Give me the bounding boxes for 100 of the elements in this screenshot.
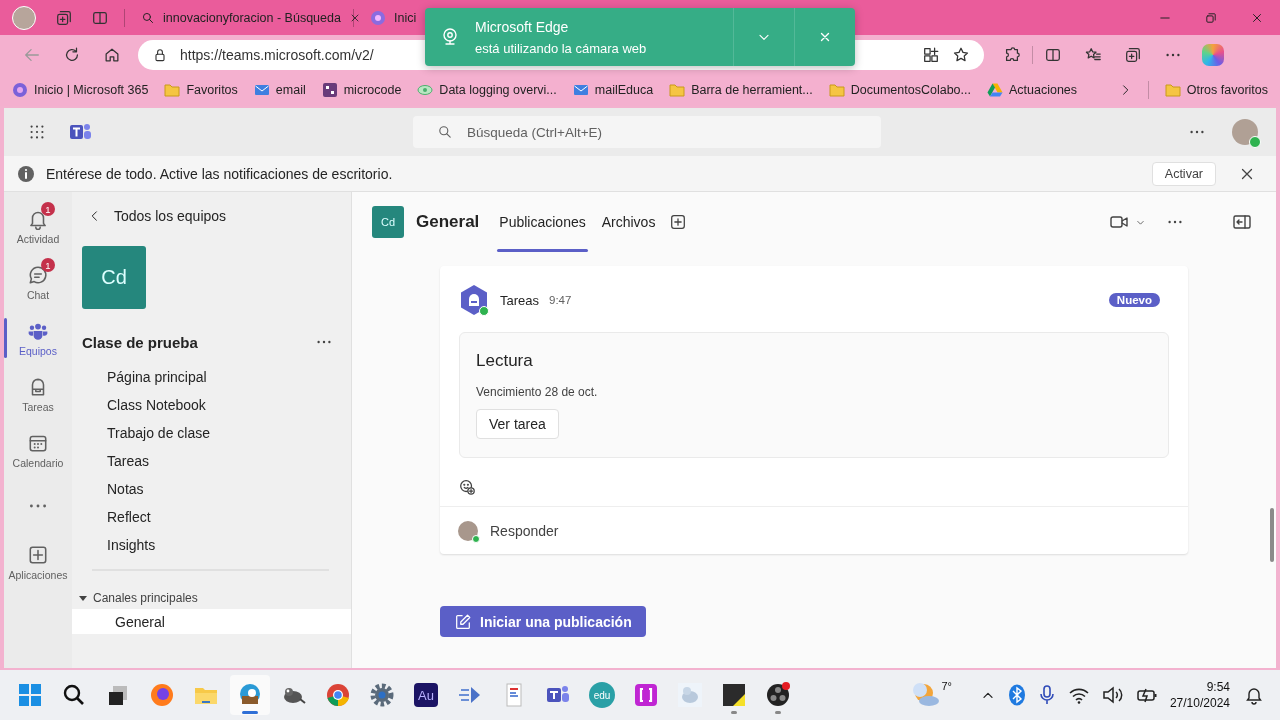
- app-avatar-icon: [458, 284, 490, 316]
- section-header[interactable]: Canales principales: [72, 591, 351, 605]
- assignment-title: Lectura: [476, 351, 534, 371]
- folder-icon: [828, 82, 845, 98]
- search-field[interactable]: Búsqueda (Ctrl+Alt+E): [413, 116, 881, 148]
- team-avatar: Cd: [82, 246, 146, 309]
- new-badge: Nuevo: [1108, 293, 1160, 307]
- folder-icon: [669, 82, 686, 98]
- running-indicator: [775, 711, 781, 714]
- nav-link[interactable]: Trabajo de clase: [72, 419, 351, 447]
- triangle-icon: [986, 82, 1003, 98]
- toast-message: está utilizando la cámara web: [475, 40, 648, 56]
- toast-title: Microsoft Edge: [475, 18, 570, 35]
- speaker-icon[interactable]: [1101, 686, 1124, 704]
- globe-icon: [149, 682, 175, 708]
- lock-icon: [152, 46, 168, 63]
- scrollbar-thumb[interactable]: [1270, 508, 1274, 562]
- taskbar-button[interactable]: Au: [406, 675, 446, 715]
- nav-item[interactable]: Calendario: [4, 422, 72, 478]
- nav-item[interactable]: Tareas: [4, 366, 72, 422]
- star-icon[interactable]: [952, 45, 970, 64]
- running-indicator: [242, 711, 258, 714]
- panel-icon[interactable]: [1232, 212, 1252, 232]
- view-task-button[interactable]: Ver tarea: [476, 409, 559, 439]
- notification-bell-icon[interactable]: [1244, 685, 1264, 705]
- workspaces-icon[interactable]: [55, 8, 73, 27]
- bracket-icon: [633, 682, 659, 708]
- nav-link[interactable]: Tareas: [72, 447, 351, 475]
- author-name: Tareas: [500, 292, 540, 308]
- count-badge: 1: [41, 258, 55, 272]
- browser-tab[interactable]: Inici: [360, 3, 427, 32]
- new-post-button[interactable]: Iniciar una publicación: [440, 606, 646, 637]
- link-icon: [417, 82, 434, 98]
- folder-icon: [1164, 82, 1181, 98]
- restore-icon[interactable]: [1204, 10, 1218, 25]
- profile-avatar[interactable]: [12, 5, 36, 30]
- favorite-link[interactable]: mailEduca: [572, 82, 654, 98]
- post-time: 9:47: [549, 294, 572, 306]
- app-tile: edu: [589, 682, 615, 708]
- favorite-link[interactable]: email: [253, 82, 306, 98]
- bluetooth-icon[interactable]: [1007, 684, 1026, 706]
- app-logo-icon[interactable]: [70, 122, 92, 142]
- back-link[interactable]: Todos los equipos: [72, 208, 351, 224]
- notes-icon: [721, 682, 747, 708]
- channel-item[interactable]: General: [72, 609, 351, 634]
- add-reaction-icon[interactable]: [458, 478, 476, 496]
- nav-item[interactable]: Aplicaciones: [4, 534, 72, 590]
- info-icon: [16, 163, 36, 184]
- favorite-link[interactable]: Actuaciones: [986, 82, 1078, 98]
- nav-item[interactable]: Equipos: [4, 310, 72, 366]
- extensions-icon[interactable]: [1003, 45, 1021, 64]
- reply-field[interactable]: Responder: [440, 506, 1188, 554]
- battery-icon[interactable]: [1135, 686, 1158, 704]
- seal-icon: [677, 682, 703, 708]
- nav-link[interactable]: Reflect: [72, 503, 351, 531]
- due-date: Vencimiento 28 de oct.: [476, 385, 599, 399]
- nav-link[interactable]: Notas: [72, 475, 351, 503]
- app-icon: [321, 82, 338, 98]
- microphone-icon[interactable]: [1037, 684, 1056, 706]
- channel-tab[interactable]: Archivos: [599, 192, 658, 252]
- folder-icon: [164, 82, 181, 98]
- record-icon: [765, 682, 791, 708]
- nav-link[interactable]: Insights: [72, 531, 351, 559]
- weather-widget[interactable]: 7°: [911, 680, 952, 710]
- search-icon: [141, 10, 155, 25]
- favorite-link[interactable]: Otros favoritos: [1164, 82, 1268, 98]
- banner-text: Entérese de todo. Active las notificaciones de escritorio.: [46, 165, 393, 182]
- wifi-icon[interactable]: [1067, 686, 1090, 704]
- collections-icon[interactable]: [1124, 45, 1142, 64]
- favorite-link[interactable]: Barra de herramient...: [669, 82, 813, 98]
- favorite-link[interactable]: Favoritos: [164, 82, 238, 98]
- refresh-icon[interactable]: [63, 45, 81, 64]
- gear-icon: [369, 682, 395, 708]
- favorite-link[interactable]: microcode: [321, 82, 402, 98]
- nav-item[interactable]: Actividad 1: [4, 198, 72, 254]
- app-logo-icon: [370, 9, 386, 26]
- running-indicator: [731, 711, 737, 714]
- app-launcher-icon[interactable]: [28, 123, 46, 141]
- edit-icon: [454, 612, 472, 631]
- app-logo-icon: [12, 82, 28, 98]
- nav-item[interactable]: Chat 1: [4, 254, 72, 310]
- copilot-icon[interactable]: [1202, 43, 1224, 66]
- mail-icon: [572, 82, 589, 98]
- favorite-link[interactable]: DocumentosColabo...: [828, 82, 971, 98]
- favorite-link[interactable]: Inicio | Microsoft 365: [12, 82, 149, 98]
- clock[interactable]: 9:54 27/10/2024: [1169, 680, 1230, 710]
- browser-tab[interactable]: innovacionyforacion - Búsqueda: [131, 3, 347, 32]
- count-badge: 1: [41, 202, 55, 216]
- add-tab-icon[interactable]: [669, 213, 688, 231]
- webcam-icon: [440, 27, 460, 47]
- app-tile: Au: [414, 683, 438, 707]
- status-dot: [1249, 136, 1261, 148]
- nav-link[interactable]: Class Notebook: [72, 391, 351, 419]
- activate-button[interactable]: Activar: [1151, 161, 1216, 186]
- start-icon: [17, 682, 43, 708]
- nav-link[interactable]: Página principal: [72, 363, 351, 391]
- channel-tab[interactable]: Publicaciones: [497, 192, 588, 252]
- add-app-icon[interactable]: [922, 45, 940, 64]
- favorite-link[interactable]: Data logging overvi...: [417, 82, 557, 98]
- channel-title: General: [416, 212, 480, 232]
